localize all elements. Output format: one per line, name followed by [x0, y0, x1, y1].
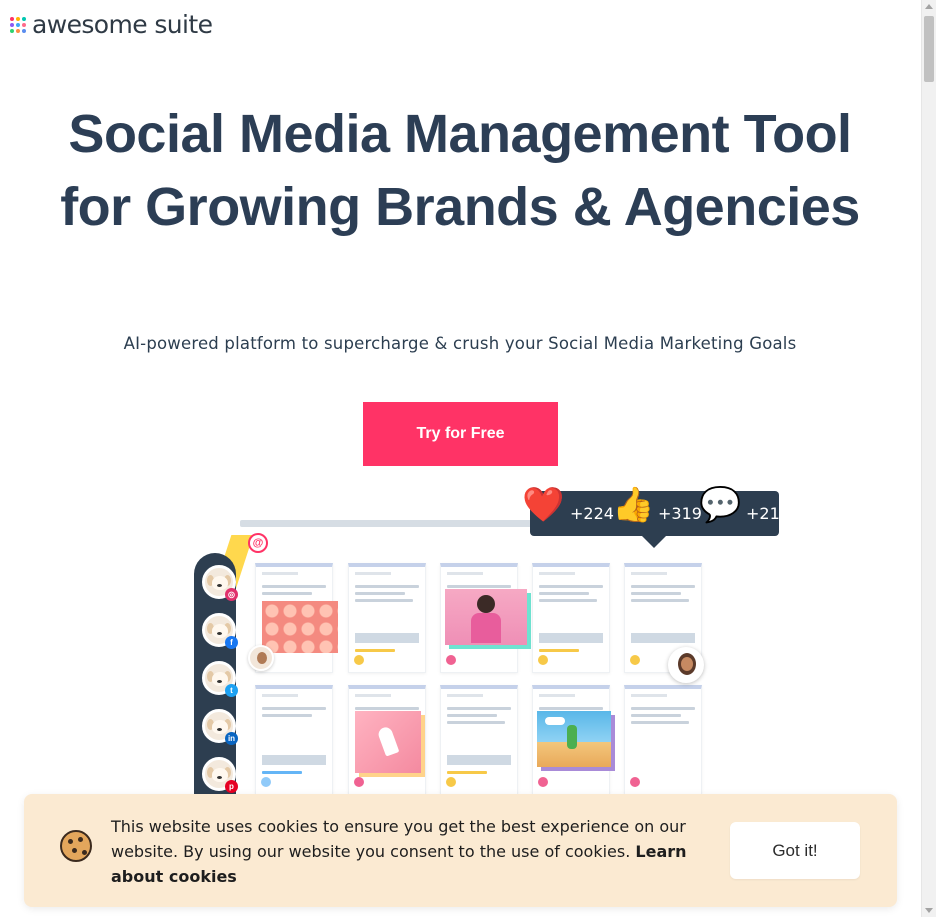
comment-count: +216 — [746, 504, 779, 523]
logo[interactable]: awesome suite — [10, 10, 213, 39]
dashboard-top-bar — [240, 520, 540, 527]
pinterest-icon: p — [225, 780, 238, 793]
scheduled-post-card — [624, 685, 702, 795]
facebook-icon: f — [225, 636, 238, 649]
instagram-icon: ◎ — [225, 588, 238, 601]
post-image — [445, 589, 527, 645]
hero-subtitle: AI-powered platform to supercharge & cru… — [123, 334, 797, 353]
profile-avatar-linkedin: in — [202, 709, 238, 745]
cookie-banner: This website uses cookies to ensure you … — [24, 794, 897, 907]
logo-dots-icon — [10, 16, 26, 33]
profile-avatar-instagram: ◎ — [202, 565, 238, 601]
scroll-down-arrow-icon[interactable] — [925, 908, 933, 913]
thumbs-up-icon: 👍 — [612, 485, 655, 525]
profile-avatar-twitter: t — [202, 661, 238, 697]
hero-title: Social Media Management Tool for Growing… — [60, 104, 860, 237]
cookie-message-container: This website uses cookies to ensure you … — [111, 814, 711, 889]
scheduled-post-card — [348, 685, 426, 795]
reactions-bar: ❤️ +224 👍 +319 💬 +216 — [522, 485, 779, 548]
profile-avatar-pinterest: p — [202, 757, 238, 793]
scroll-up-arrow-icon[interactable] — [925, 4, 933, 9]
post-image — [355, 711, 421, 773]
cookie-message: This website uses cookies to ensure you … — [111, 817, 686, 861]
team-member-avatar — [668, 647, 704, 683]
scheduled-post-card — [348, 563, 426, 673]
scroll-thumb[interactable] — [924, 16, 934, 82]
heart-icon: ❤️ — [522, 485, 565, 525]
scheduled-post-card — [532, 685, 611, 795]
profile-rail: ◎ f t in p — [194, 553, 238, 813]
speech-bubble-icon: 💬 — [699, 485, 742, 525]
twitter-icon: t — [225, 684, 238, 697]
logo-text: awesome suite — [32, 10, 213, 39]
post-image — [262, 601, 338, 653]
heart-count: +224 — [570, 504, 614, 523]
team-member-avatar — [248, 645, 274, 671]
page-scrollbar[interactable] — [921, 0, 936, 917]
profile-avatar-facebook: f — [202, 613, 238, 649]
scheduled-post-card — [255, 685, 333, 795]
scheduled-post-card — [440, 685, 518, 795]
thumbs-up-count: +319 — [658, 504, 702, 523]
post-image — [537, 711, 611, 767]
scheduled-post-card — [440, 563, 527, 673]
try-for-free-button[interactable]: Try for Free — [363, 402, 558, 466]
linkedin-icon: in — [225, 732, 238, 745]
cookie-icon — [60, 830, 92, 862]
brand-at-icon: @ — [248, 533, 268, 553]
scheduled-post-card — [532, 563, 610, 673]
got-it-button[interactable]: Got it! — [730, 822, 860, 879]
